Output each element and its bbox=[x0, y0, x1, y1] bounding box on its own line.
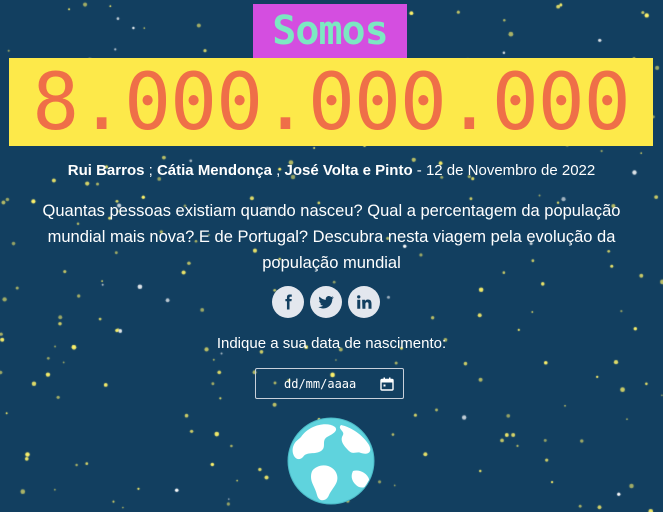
somos-heading: Somos bbox=[253, 4, 407, 58]
author-link[interactable]: José Volta e Pinto bbox=[285, 162, 413, 179]
byline: Rui Barros ; Cátia Mendonça , José Volta… bbox=[0, 161, 663, 181]
birthdate-placeholder: dd/mm/aaaa bbox=[284, 376, 357, 391]
author-link[interactable]: Rui Barros bbox=[68, 162, 145, 179]
author-link[interactable]: Cátia Mendonça bbox=[157, 162, 272, 179]
globe-icon bbox=[287, 417, 375, 505]
twitter-share-button[interactable] bbox=[310, 286, 342, 318]
facebook-share-button[interactable] bbox=[272, 286, 304, 318]
twitter-icon bbox=[318, 295, 334, 309]
page-content: Somos 8.000.000.000 Rui Barros ; Cátia M… bbox=[0, 0, 663, 512]
facebook-icon bbox=[285, 294, 292, 310]
calendar-icon[interactable] bbox=[380, 377, 394, 391]
publish-date: - 12 de Novembro de 2022 bbox=[412, 162, 596, 179]
birthdate-prompt: Indique a sua data de nascimento: bbox=[216, 335, 447, 352]
intro-text: Quantas pessoas existiam quando nasceu? … bbox=[42, 202, 621, 272]
byline-separator: ; bbox=[144, 162, 157, 179]
linkedin-icon bbox=[357, 295, 372, 309]
social-share-bar bbox=[272, 286, 392, 318]
birthdate-input[interactable]: dd/mm/aaaa bbox=[255, 368, 404, 399]
population-counter: 8.000.000.000 bbox=[9, 58, 653, 146]
byline-separator: , bbox=[272, 162, 285, 179]
linkedin-share-button[interactable] bbox=[348, 286, 380, 318]
